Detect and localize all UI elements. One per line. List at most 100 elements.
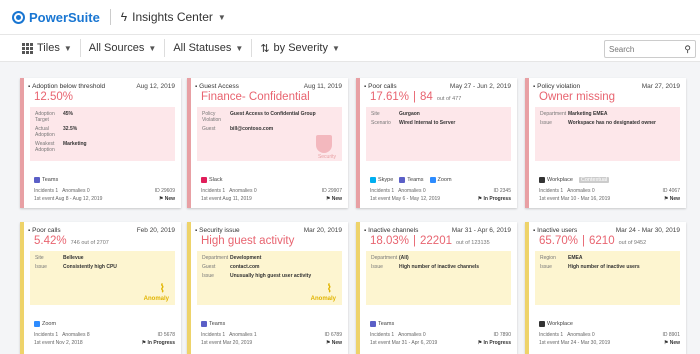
statuses-dropdown[interactable]: All Statuses ▼ (164, 39, 251, 57)
status-badge[interactable]: ⚑ New (159, 196, 175, 202)
card-type-icon: ▪ (533, 227, 536, 234)
incidents-count: Incidents 1 (201, 188, 226, 194)
search-input[interactable] (609, 44, 677, 54)
anomalies-count: Anomalies 8 (62, 332, 90, 338)
sources-dropdown[interactable]: All Sources ▼ (79, 39, 165, 57)
card-subtext: out of 123135 (456, 240, 490, 246)
incidents-count: Incidents 1 (201, 332, 226, 338)
view-dropdown[interactable]: Tiles ▼ (14, 39, 80, 57)
card-id: ID 2345 (493, 188, 511, 194)
status-badge[interactable]: ⚑ In Progress (478, 196, 511, 202)
card-apps: Skype Teams Zoom (364, 177, 458, 183)
sort-dropdown[interactable]: ⇅ by Severity ▼ (251, 39, 348, 57)
detail-key: Department (371, 255, 398, 261)
detail-value: Development (230, 255, 262, 261)
app-tag: Teams (201, 321, 225, 327)
status-text: New (669, 340, 680, 346)
chevron-down-icon: ▼ (217, 12, 226, 22)
card-apps: Workplace (533, 321, 579, 327)
insight-card[interactable]: ▪ Guest Access Aug 11, 2019 Finance- Conf… (187, 78, 348, 208)
card-metric: High guest activity (201, 235, 295, 247)
card-count: 6210 (589, 235, 615, 247)
statuses-label: All Statuses (173, 42, 232, 54)
status-badge[interactable]: ⚑ New (326, 196, 342, 202)
card-footer: Incidents 1 Anomalies 0 ID 4067 1st event… (533, 186, 680, 202)
app-tag: Teams (34, 177, 58, 183)
detail-row: Issue Unusually high guest user activity (202, 273, 337, 279)
insight-card[interactable]: ▪ Poor calls Feb 20, 2019 5.42% 746 out of… (20, 222, 181, 354)
detail-key: Issue (540, 120, 552, 126)
card-date: Aug 11, 2019 (303, 83, 342, 90)
anomalies-count: Anomalies 0 (567, 188, 595, 194)
card-metric: 17.61% (370, 91, 410, 103)
card-title-text: Guest Access (199, 83, 239, 90)
value-divider: | (582, 235, 586, 247)
card-apps: Slack (195, 177, 228, 183)
card-title-text: Security issue (199, 227, 240, 234)
app-logo[interactable]: PowerSuite (12, 10, 100, 25)
status-badge[interactable]: ⚑ New (664, 340, 680, 346)
detail-row: Department (All) (371, 255, 506, 261)
detail-key: Issue (371, 264, 383, 270)
card-footer: Incidents 1 Anomalies 0 ID 7890 1st event… (364, 330, 511, 346)
lightning-icon: ϟ (120, 10, 128, 24)
card-header: ▪ Policy violation Mar 27, 2019 (529, 78, 686, 90)
insight-card[interactable]: ▪ Poor calls May 27 - Jun 2, 2019 17.61% |… (356, 78, 517, 208)
first-event: 1st event Mar 20, 2019 (201, 340, 253, 346)
card-type-icon: ▪ (533, 83, 536, 90)
search-icon[interactable]: ⚲ (684, 44, 691, 55)
app-name: Teams (407, 177, 424, 183)
insight-card[interactable]: ▪ Inactive channels Mar 31 - Apr 6, 2019 … (356, 222, 517, 354)
status-badge[interactable]: ⚑ New (664, 196, 680, 202)
search-box[interactable]: ⚲ (604, 40, 696, 58)
app-name: Contextual (578, 177, 610, 183)
value-divider: | (413, 91, 417, 103)
app-name: Skype (378, 177, 394, 183)
detail-row: Site Gurgaon (371, 111, 506, 117)
card-title-text: Adoption below threshold (32, 83, 106, 90)
detail-key: Guest (202, 264, 216, 270)
anomaly-badge: Anomaly (310, 296, 336, 302)
app-name: Teams (42, 177, 59, 183)
app-name: Zoom (42, 321, 57, 327)
section-switcher[interactable]: ϟ Insights Center ▼ (121, 10, 226, 24)
card-header: ▪ Inactive channels Mar 31 - Apr 6, 2019 (360, 222, 517, 234)
detail-value: Guest Access to Confidential Group (230, 111, 316, 117)
insight-card[interactable]: ▪ Adoption below threshold Aug 12, 2019 1… (20, 78, 181, 208)
detail-value: Marketing (63, 141, 87, 147)
insight-card[interactable]: ▪ Policy violation Mar 27, 2019 Owner mis… (525, 78, 686, 208)
card-header: ▪ Guest Access Aug 11, 2019 (191, 78, 348, 90)
card-id: ID 29609 (154, 188, 175, 194)
detail-key: Site (371, 111, 380, 117)
first-event: 1st event Mar 10 - Mar 16, 2019 (539, 196, 611, 202)
status-badge[interactable]: ⚑ In Progress (142, 340, 175, 346)
status-badge[interactable]: ⚑ In Progress (478, 340, 511, 346)
first-event: 1st event Aug 8 - Aug 12, 2019 (34, 196, 103, 202)
card-metric: Owner missing (539, 91, 616, 103)
card-title: ▪ Poor calls (28, 227, 61, 234)
first-event: 1st event Aug 11, 2019 (201, 196, 252, 202)
card-subtext: 746 out of 2707 (70, 240, 109, 246)
detail-row: Adoption Target 45% (35, 111, 170, 123)
detail-row: Site Bellevue (35, 255, 170, 261)
detail-row: Department Development (202, 255, 337, 261)
insight-card[interactable]: ▪ Inactive users Mar 24 - Mar 30, 2019 65… (525, 222, 686, 354)
card-type-icon: ▪ (28, 83, 31, 90)
first-event: 1st event Mar 31 - Apr 6, 2019 (370, 340, 438, 346)
detail-value: 45% (63, 111, 74, 117)
card-subtext: out of 9452 (618, 240, 647, 246)
detail-row: Scenario Wired Internal to Server (371, 120, 506, 126)
insight-card[interactable]: ▪ Security issue Mar 20, 2019 High guest … (187, 222, 348, 354)
card-footer: Incidents 1 Anomalies 0 ID 2345 1st event… (364, 186, 511, 202)
card-apps: Teams (364, 321, 400, 327)
card-date: Mar 31 - Apr 6, 2019 (451, 227, 511, 234)
card-footer: Incidents 1 Anomalies 8 ID 5678 1st event… (28, 330, 175, 346)
status-text: In Progress (147, 340, 175, 346)
status-badge[interactable]: ⚑ New (326, 340, 342, 346)
card-footer: Incidents 1 Anomalies 1 ID 6789 1st event… (195, 330, 342, 346)
value-divider: | (413, 235, 417, 247)
card-details: Department Marketing EMEA Issue Workspace h… (535, 107, 680, 161)
card-title-text: Inactive channels (368, 227, 419, 234)
card-metric: 5.42% (34, 235, 67, 247)
incidents-count: Incidents 1 (34, 332, 59, 338)
